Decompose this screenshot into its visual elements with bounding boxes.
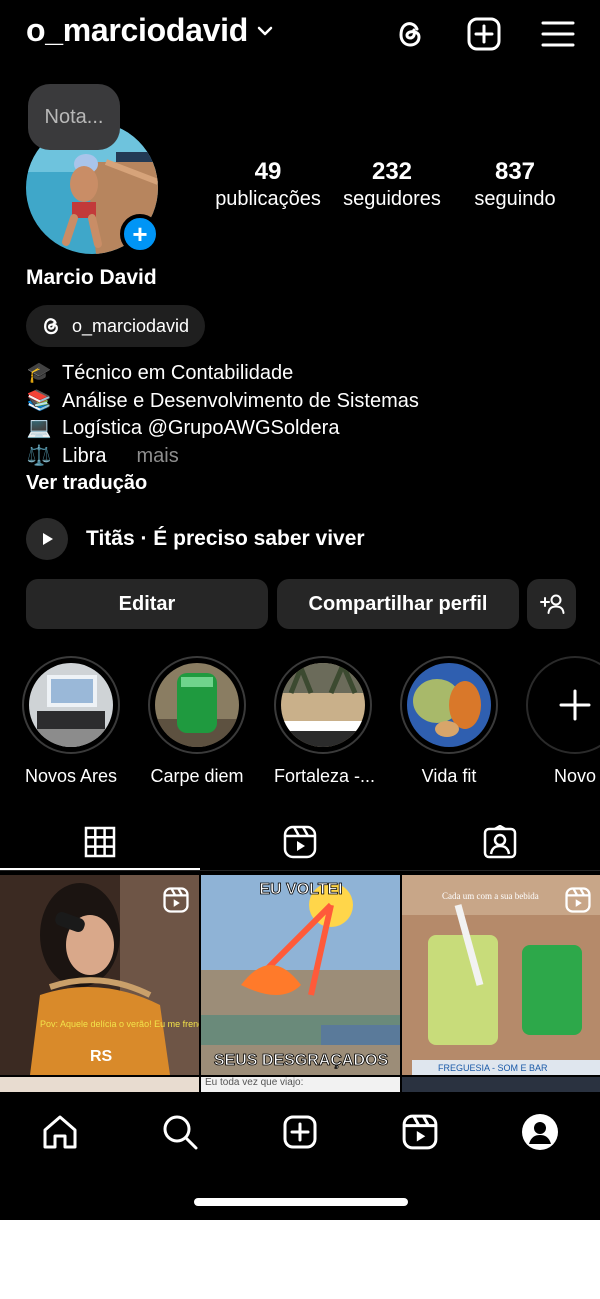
followers-count-value: 232 <box>371 158 413 185</box>
laptop-icon: 💻 <box>26 417 52 439</box>
see-translation-link[interactable]: Ver tradução <box>26 472 147 495</box>
edit-profile-label: Editar <box>118 592 176 615</box>
post-top-text: EU VOLTEI <box>259 881 342 898</box>
post-bottom-text: SEUS DESGRAÇADOS <box>214 1052 389 1069</box>
threads-badge[interactable]: o_marciodavid <box>26 305 206 347</box>
followers-count[interactable]: 232 seguidores <box>334 158 450 211</box>
tabs-divider <box>0 870 600 871</box>
grid-post-partial[interactable] <box>402 1077 600 1092</box>
note-bubble[interactable]: Nota... <box>28 84 120 150</box>
home-icon[interactable] <box>38 1110 82 1154</box>
grid-post-partial[interactable]: Eu toda vez que viajo: <box>201 1077 400 1092</box>
bio-line: 💻 Logística @GrupoAWGSoldera <box>26 415 419 443</box>
music-title: Titãs · É preciso saber viver <box>86 527 365 550</box>
username-title: o_marciodavid <box>26 12 248 48</box>
threads-small-icon <box>44 318 58 335</box>
bio-line: ⚖️ Libra mais <box>26 443 419 471</box>
post-watermark: RS <box>90 1048 113 1065</box>
following-count-label: seguindo <box>474 188 556 210</box>
bio-text: Técnico em Contabilidade <box>62 362 294 384</box>
threads-handle: o_marciodavid <box>72 315 190 336</box>
bio-line: 🎓 Técnico em Contabilidade <box>26 360 419 388</box>
full-name: Marcio David <box>26 266 157 289</box>
reels-nav-icon[interactable] <box>398 1110 442 1154</box>
create-icon[interactable] <box>278 1110 322 1154</box>
posts-count[interactable]: 49 publicações <box>212 158 324 211</box>
share-profile-button[interactable]: Compartilhar perfil <box>277 579 519 629</box>
account-switcher[interactable]: o_marciodavid <box>26 12 274 49</box>
highlight-label: Fortaleza -... <box>274 766 376 786</box>
highlight-item[interactable]: Novos Ares <box>22 656 120 787</box>
create-post-icon[interactable] <box>464 14 504 54</box>
tab-reels[interactable] <box>280 822 320 862</box>
post-caption: Pov: Aquele delícia o verão! Eu me frend… <box>40 1019 199 1029</box>
highlight-ring <box>400 656 498 754</box>
discover-people-button[interactable] <box>527 579 576 629</box>
more-link[interactable]: mais <box>136 443 178 471</box>
add-person-icon <box>539 594 564 614</box>
bio: 🎓 Técnico em Contabilidade 📚 Análise e D… <box>26 360 419 470</box>
following-count[interactable]: 837 seguindo <box>464 158 566 211</box>
posts-count-label: publicações <box>215 188 321 210</box>
reel-badge-icon <box>163 887 189 913</box>
post-top-text: Cada um com a sua bebida <box>442 891 539 901</box>
bio-text: Análise e Desenvolvimento de Sistemas <box>62 389 419 412</box>
grid-post[interactable]: EU VOLTEI SEUS DESGRAÇADOS <box>201 875 400 1075</box>
share-profile-label: Compartilhar perfil <box>308 592 488 615</box>
tab-posts-grid[interactable] <box>80 822 120 862</box>
tab-tagged[interactable] <box>480 822 520 862</box>
menu-icon[interactable] <box>538 14 578 54</box>
scales-icon: ⚖️ <box>26 444 52 467</box>
highlight-cover <box>407 663 491 747</box>
grid-post[interactable]: Cada um com a sua bebida FREGUESIA - SOM… <box>402 875 600 1075</box>
highlight-ring <box>148 656 246 754</box>
graduation-cap-icon: 🎓 <box>26 362 52 384</box>
bio-line: 📚 Análise e Desenvolvimento de Sistemas <box>26 388 419 416</box>
threads-icon[interactable] <box>390 14 430 54</box>
play-icon[interactable] <box>26 518 68 560</box>
note-placeholder: Nota... <box>44 105 104 128</box>
reels-icon <box>283 825 317 859</box>
grid-icon <box>84 826 116 858</box>
reel-badge-icon <box>565 887 591 913</box>
highlight-item[interactable]: Fortaleza -... <box>274 656 376 787</box>
highlight-label: Novos Ares <box>24 766 118 786</box>
profile-screen: o_marciodavid Nota... + 49 publicações 2… <box>0 0 600 1220</box>
highlight-item[interactable]: Carpe diem <box>148 656 246 787</box>
search-icon[interactable] <box>158 1110 202 1154</box>
highlight-ring <box>526 656 600 754</box>
highlight-cover <box>281 663 365 747</box>
grid-post-partial[interactable] <box>0 1077 199 1092</box>
edit-profile-button[interactable]: Editar <box>26 579 268 629</box>
posts-count-value: 49 <box>254 158 282 185</box>
highlight-cover <box>155 663 239 747</box>
tagged-person-icon <box>483 825 517 859</box>
bio-text: Logística @GrupoAWGSoldera <box>62 417 340 439</box>
post-partial-text: Eu toda vez que viajo: <box>205 1077 304 1088</box>
profile-music[interactable]: Titãs · É preciso saber viver <box>26 518 365 560</box>
grid-post[interactable]: Pov: Aquele delícia o verão! Eu me frend… <box>0 875 199 1075</box>
home-indicator <box>194 1198 408 1206</box>
add-story-button[interactable]: + <box>120 214 160 254</box>
following-count-value: 837 <box>494 158 536 185</box>
post-location: FREGUESIA - SOM E BAR <box>438 1063 548 1073</box>
highlight-label: Vida fit <box>421 766 477 786</box>
profile-nav-icon[interactable] <box>518 1110 562 1154</box>
highlight-ring <box>274 656 372 754</box>
highlight-item[interactable]: Vida fit <box>400 656 498 787</box>
plus-icon <box>559 689 591 721</box>
new-highlight-button[interactable]: Novo <box>526 656 600 787</box>
chevron-down-icon <box>257 26 273 35</box>
highlight-ring <box>22 656 120 754</box>
followers-count-label: seguidores <box>343 188 441 210</box>
highlight-label: Carpe diem <box>150 766 244 786</box>
active-tab-indicator <box>0 868 200 870</box>
highlight-label: Novo <box>553 766 597 786</box>
highlight-cover <box>29 663 113 747</box>
bio-text: Libra <box>62 444 107 467</box>
books-icon: 📚 <box>26 389 52 412</box>
